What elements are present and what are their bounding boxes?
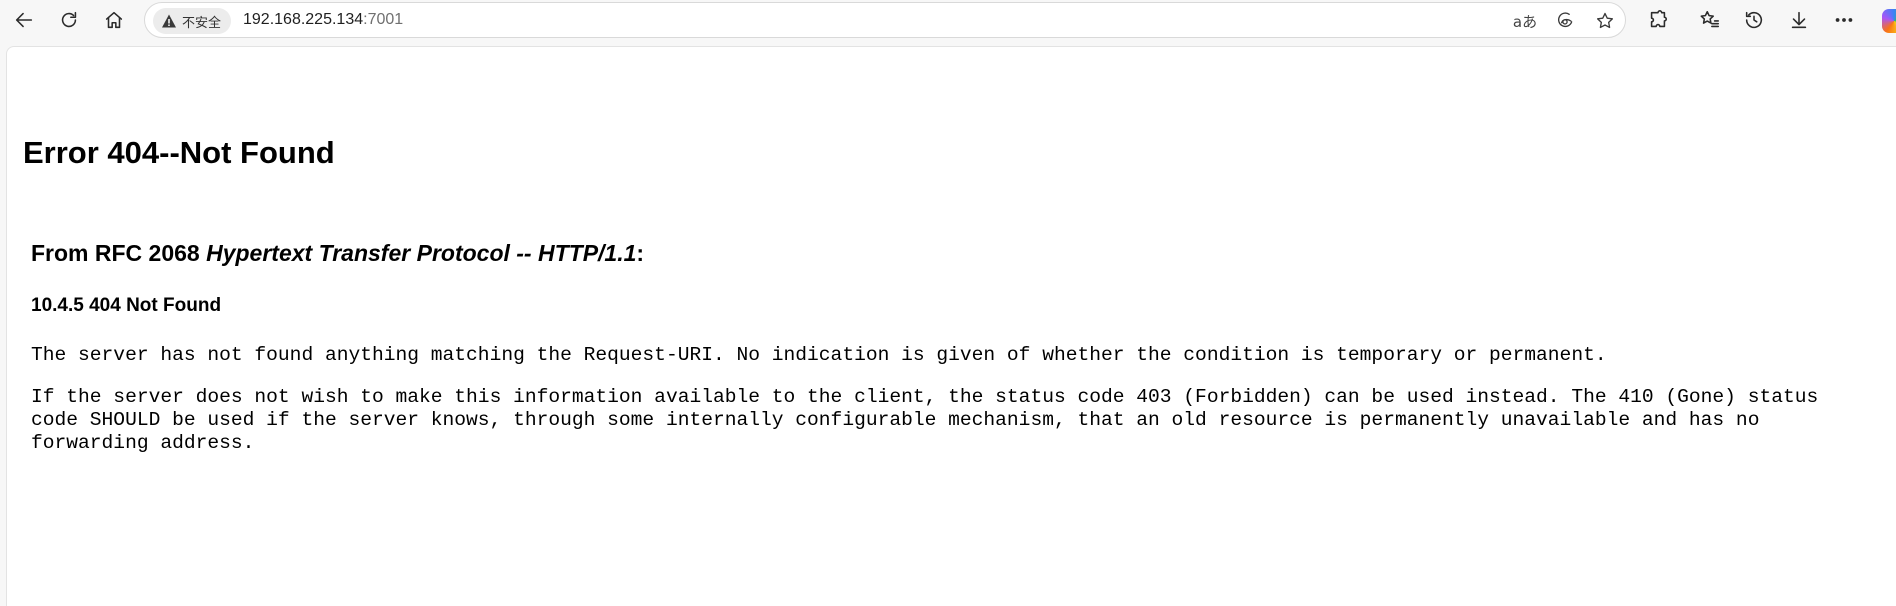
back-button[interactable]: [6, 2, 42, 38]
rfc-suffix: :: [636, 240, 645, 266]
read-aloud-icon: aあ: [1512, 12, 1538, 31]
downloads-button[interactable]: [1781, 2, 1817, 38]
home-button[interactable]: [96, 2, 132, 38]
home-icon: [105, 11, 123, 29]
page-title: Error 404--Not Found: [23, 135, 335, 170]
favorites-icon: [1700, 10, 1720, 28]
history-icon: [1745, 11, 1763, 29]
security-label: 不安全: [182, 15, 222, 31]
reload-button[interactable]: [51, 2, 87, 38]
paragraph-not-found: The server has not found anything matchi…: [31, 344, 1607, 366]
security-indicator[interactable]: 不安全: [153, 8, 232, 34]
history-button[interactable]: [1736, 2, 1772, 38]
more-icon: [1835, 18, 1853, 22]
downloads-icon: [1791, 11, 1807, 29]
page-viewport: Error 404--Not Found From RFC 2068 Hyper…: [6, 46, 1896, 606]
warning-triangle-icon: [162, 14, 176, 28]
back-arrow-icon: [15, 12, 33, 28]
url-host: 192.168.225.134: [243, 11, 364, 28]
rfc-heading: From RFC 2068 Hypertext Transfer Protoco…: [31, 240, 644, 267]
favorite-button[interactable]: [1592, 8, 1618, 34]
edge-icon: [1557, 12, 1573, 28]
read-aloud-button[interactable]: aあ: [1512, 8, 1538, 34]
favorite-star-icon: [1597, 12, 1613, 29]
address-bar[interactable]: 不安全 192.168.225.134:7001 aあ: [144, 2, 1626, 38]
edge-button[interactable]: [1552, 8, 1578, 34]
url-port: :7001: [363, 11, 404, 28]
rfc-title: Hypertext Transfer Protocol -- HTTP/1.1: [206, 240, 637, 266]
paragraph-forbidden-gone: If the server does not wish to make this…: [31, 386, 1819, 454]
extensions-button[interactable]: [1640, 2, 1676, 38]
section-heading: 10.4.5 404 Not Found: [31, 295, 222, 316]
browser-toolbar: 不安全 192.168.225.134:7001 aあ: [0, 0, 1896, 40]
url-text[interactable]: 192.168.225.134:7001: [243, 3, 403, 37]
favorites-button[interactable]: [1692, 2, 1728, 38]
more-button[interactable]: [1826, 2, 1862, 38]
extensions-icon: [1650, 10, 1668, 28]
copilot-icon[interactable]: [1882, 9, 1896, 33]
reload-icon: [61, 11, 77, 28]
rfc-prefix: From RFC 2068: [31, 240, 207, 266]
